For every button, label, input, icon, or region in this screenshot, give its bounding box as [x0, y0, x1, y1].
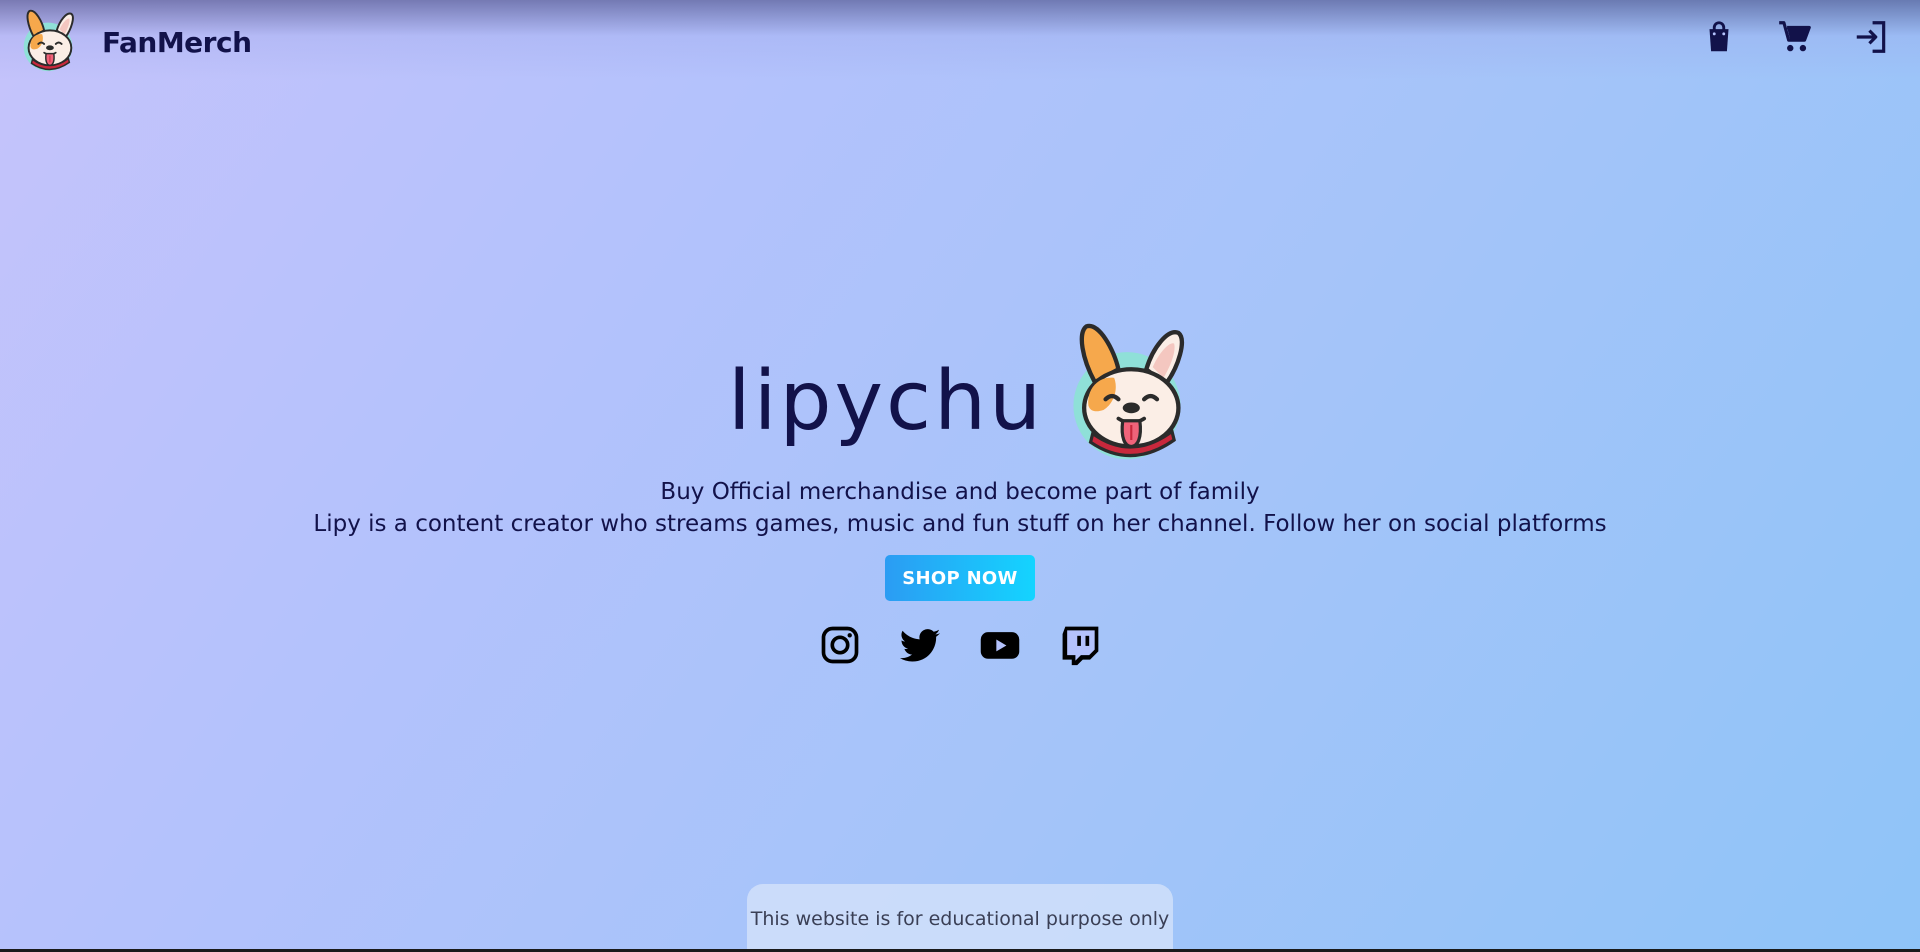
hero-title-row: lipychu — [0, 320, 1920, 470]
dog-mascot-icon — [1062, 320, 1192, 470]
twitter-icon — [899, 629, 941, 662]
brand-link[interactable]: FanMerch — [14, 8, 252, 76]
shop-now-button[interactable]: SHOP NOW — [885, 555, 1035, 601]
twitch-icon — [1062, 626, 1099, 666]
youtube-icon — [980, 632, 1020, 659]
top-navbar: FanMerch — [0, 0, 1920, 80]
instagram-link[interactable] — [818, 621, 862, 669]
hero-title: lipychu — [727, 353, 1045, 449]
login-button[interactable] — [1852, 18, 1890, 56]
nav-actions — [1700, 18, 1890, 56]
disclaimer-banner: This website is for educational purpose … — [747, 884, 1173, 952]
login-icon — [1856, 21, 1886, 53]
disclaimer-text: This website is for educational purpose … — [750, 908, 1170, 930]
cart-icon — [1779, 21, 1811, 52]
hero-section: lipychu Buy Official merchandise and bec… — [0, 320, 1920, 669]
twitch-link[interactable] — [1058, 621, 1102, 669]
social-links — [0, 621, 1920, 669]
youtube-link[interactable] — [978, 621, 1022, 669]
twitter-link[interactable] — [898, 621, 942, 669]
shopping-bag-button[interactable] — [1700, 18, 1738, 56]
dog-logo-icon — [22, 9, 74, 73]
hero-tagline: Buy Official merchandise and become part… — [660, 479, 1260, 505]
shopping-bag-icon — [1709, 21, 1729, 52]
brand-name: FanMerch — [102, 25, 252, 59]
instagram-icon — [821, 626, 859, 664]
hero-description: Lipy is a content creator who streams ga… — [313, 511, 1607, 537]
cart-button[interactable] — [1776, 18, 1814, 56]
